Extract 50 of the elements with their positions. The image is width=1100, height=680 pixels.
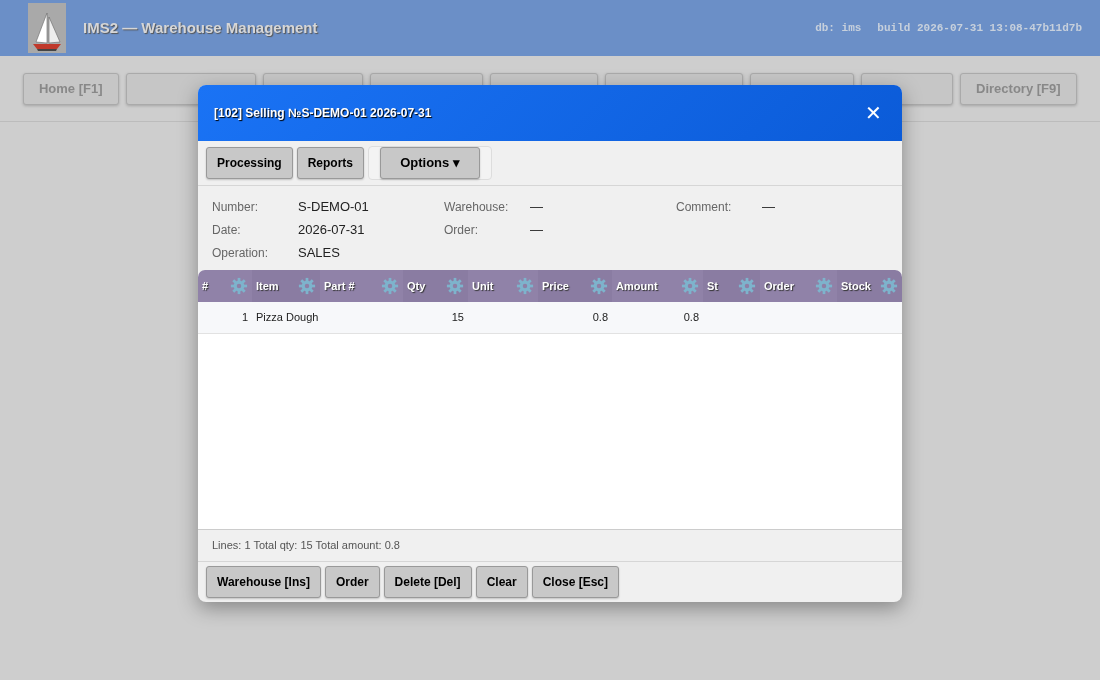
close-button[interactable]: ✕ [861,103,886,123]
field-label: Number: [212,199,259,216]
table-cell-text: 1 [241,310,248,326]
gear-icon[interactable] [880,277,898,295]
footer-button[interactable]: Close [Esc] [531,565,619,598]
table-cell-text: 0.8 [592,310,608,326]
field-value: — [530,198,543,217]
gear-icon[interactable] [381,277,399,295]
toolbar-button[interactable]: Reports [296,147,365,179]
field-label: Operation: [212,245,270,262]
summary-text: Lines: 1 Total qty: 15 Total amount: 0.8 [198,530,902,562]
table-cell-text: Pizza Dough [256,310,319,326]
options-dropdown[interactable]: Options ▾ [380,147,481,179]
column-header[interactable]: # [202,277,209,295]
gear-icon[interactable] [298,277,316,295]
gear-icon[interactable] [815,277,833,295]
app-title: IMS2 — Warehouse Management [83,17,318,38]
field-label: Comment: [676,199,733,216]
column-header[interactable]: St [707,277,718,295]
column-header[interactable]: Item [256,277,279,295]
db-label: db: ims [815,20,862,36]
gear-icon[interactable] [516,277,534,295]
table-row[interactable]: 1 Pizza Dough 15 0.8 0.8 [198,302,902,334]
toolbar-button[interactable]: Processing [206,147,293,179]
field-label: Date: [212,222,242,239]
field-value: — [530,221,543,240]
table-cell-text: 15 [451,310,464,326]
nav-button[interactable]: Home [F1] [23,73,119,105]
gear-icon[interactable] [590,277,608,295]
build-label: build 2026-07-31 13:08-47b11d7b [877,20,1082,36]
field-value: 2026-07-31 [298,221,365,240]
nav-button[interactable]: Directory [F9] [959,73,1077,105]
column-header[interactable]: Unit [472,277,494,295]
gear-icon[interactable] [446,277,464,295]
sailboat-logo [28,3,66,53]
footer-button[interactable]: Delete [Del] [383,565,472,598]
field-value: SALES [298,244,340,263]
gear-icon[interactable] [230,277,248,295]
footer-button[interactable]: Warehouse [Ins] [206,565,321,598]
dialog-title: [102] Selling №S-DEMO-01 2026-07-31 [214,105,432,122]
table-cell-text: 0.8 [683,310,699,326]
field-value: — [762,198,775,217]
footer-button[interactable]: Order [324,565,380,598]
footer-button[interactable]: Clear [475,565,528,598]
gear-icon[interactable] [681,277,699,295]
field-label: Order: [444,222,479,239]
field-label: Warehouse: [444,199,510,216]
column-header[interactable]: Qty [407,277,426,295]
gear-icon[interactable] [738,277,756,295]
field-value: S-DEMO-01 [298,198,369,217]
